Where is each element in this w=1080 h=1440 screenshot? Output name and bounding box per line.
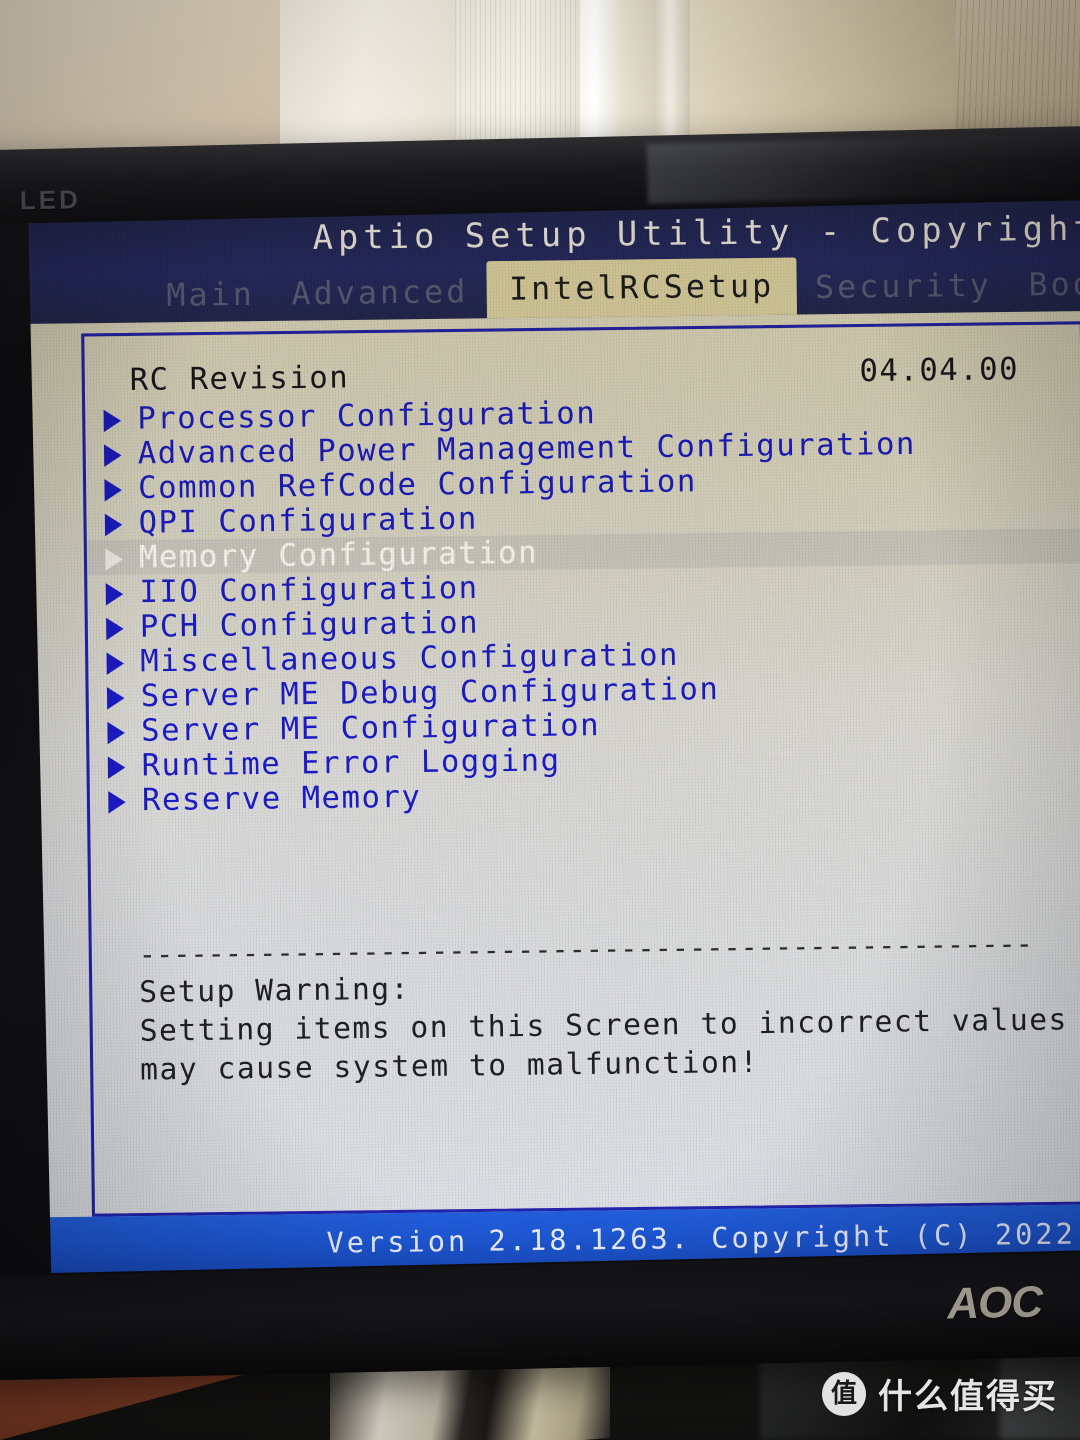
menu-item-label: QPI Configuration — [138, 501, 478, 541]
monitor-led-label: LED — [19, 184, 82, 216]
tab-boot[interactable]: Boot — [1010, 258, 1080, 311]
submenu-arrow-icon — [107, 756, 126, 779]
submenu-arrow-icon — [104, 513, 123, 537]
aoc-brand-logo: AOC — [946, 1277, 1043, 1329]
submenu-arrow-icon — [105, 582, 124, 606]
bios-body: RC Revision 04.04.00 Processor Configura… — [28, 311, 1080, 1218]
submenu-arrow-icon — [103, 409, 122, 433]
submenu-arrow-icon — [107, 721, 125, 745]
bios-version-text: Version 2.18.1263. Copyright (C) 2022 A — [326, 1215, 1080, 1260]
smzdm-watermark: 值 什么值得买 — [822, 1369, 1058, 1418]
menu-item-label: IIO Configuration — [139, 570, 479, 611]
submenu-arrow-icon — [106, 617, 124, 641]
submenu-arrow-icon — [108, 790, 126, 814]
bezel-gloss-highlight-right — [646, 134, 1078, 204]
smzdm-watermark-text: 什么值得买 — [878, 1377, 1058, 1417]
tab-advanced[interactable]: Advanced — [273, 266, 487, 320]
submenu-arrow-icon — [103, 444, 122, 467]
menu-item-label: Server ME Debug Configuration — [140, 671, 720, 715]
lcd-screen: Aptio Setup Utility - Copyright (C) Main… — [28, 200, 1080, 1274]
photograph-of-monitor: LED Aptio Setup Utility - Copyright (C) … — [0, 0, 1080, 1440]
tab-security[interactable]: Security — [796, 260, 1010, 314]
smzdm-badge-icon: 值 — [822, 1371, 866, 1416]
submenu-arrow-icon — [106, 686, 125, 710]
monitor-body: LED Aptio Setup Utility - Copyright (C) … — [0, 125, 1080, 1381]
menu-item-label: PCH Configuration — [139, 605, 480, 645]
rc-revision-label: RC Revision — [129, 359, 350, 399]
submenu-arrow-icon — [105, 548, 123, 571]
menu-item-label: Common RefCode Configuration — [137, 463, 698, 507]
tab-main[interactable]: Main — [148, 269, 274, 322]
bios-setup-utility: Aptio Setup Utility - Copyright (C) Main… — [28, 200, 1080, 1274]
rc-revision-value: 04.04.00 — [859, 351, 1020, 390]
submenu-arrow-icon — [106, 652, 125, 675]
tab-intelrcsetup[interactable]: IntelRCSetup — [486, 257, 798, 323]
submenu-arrow-icon — [104, 478, 123, 502]
bios-content-panel: RC Revision 04.04.00 Processor Configura… — [81, 321, 1080, 1217]
screen-frame: Aptio Setup Utility - Copyright (C) Main… — [28, 200, 1080, 1274]
menu-item-label: Reserve Memory — [141, 779, 422, 819]
vertical-spacer — [90, 806, 1080, 939]
menu-item-label: Runtime Error Logging — [141, 742, 561, 784]
